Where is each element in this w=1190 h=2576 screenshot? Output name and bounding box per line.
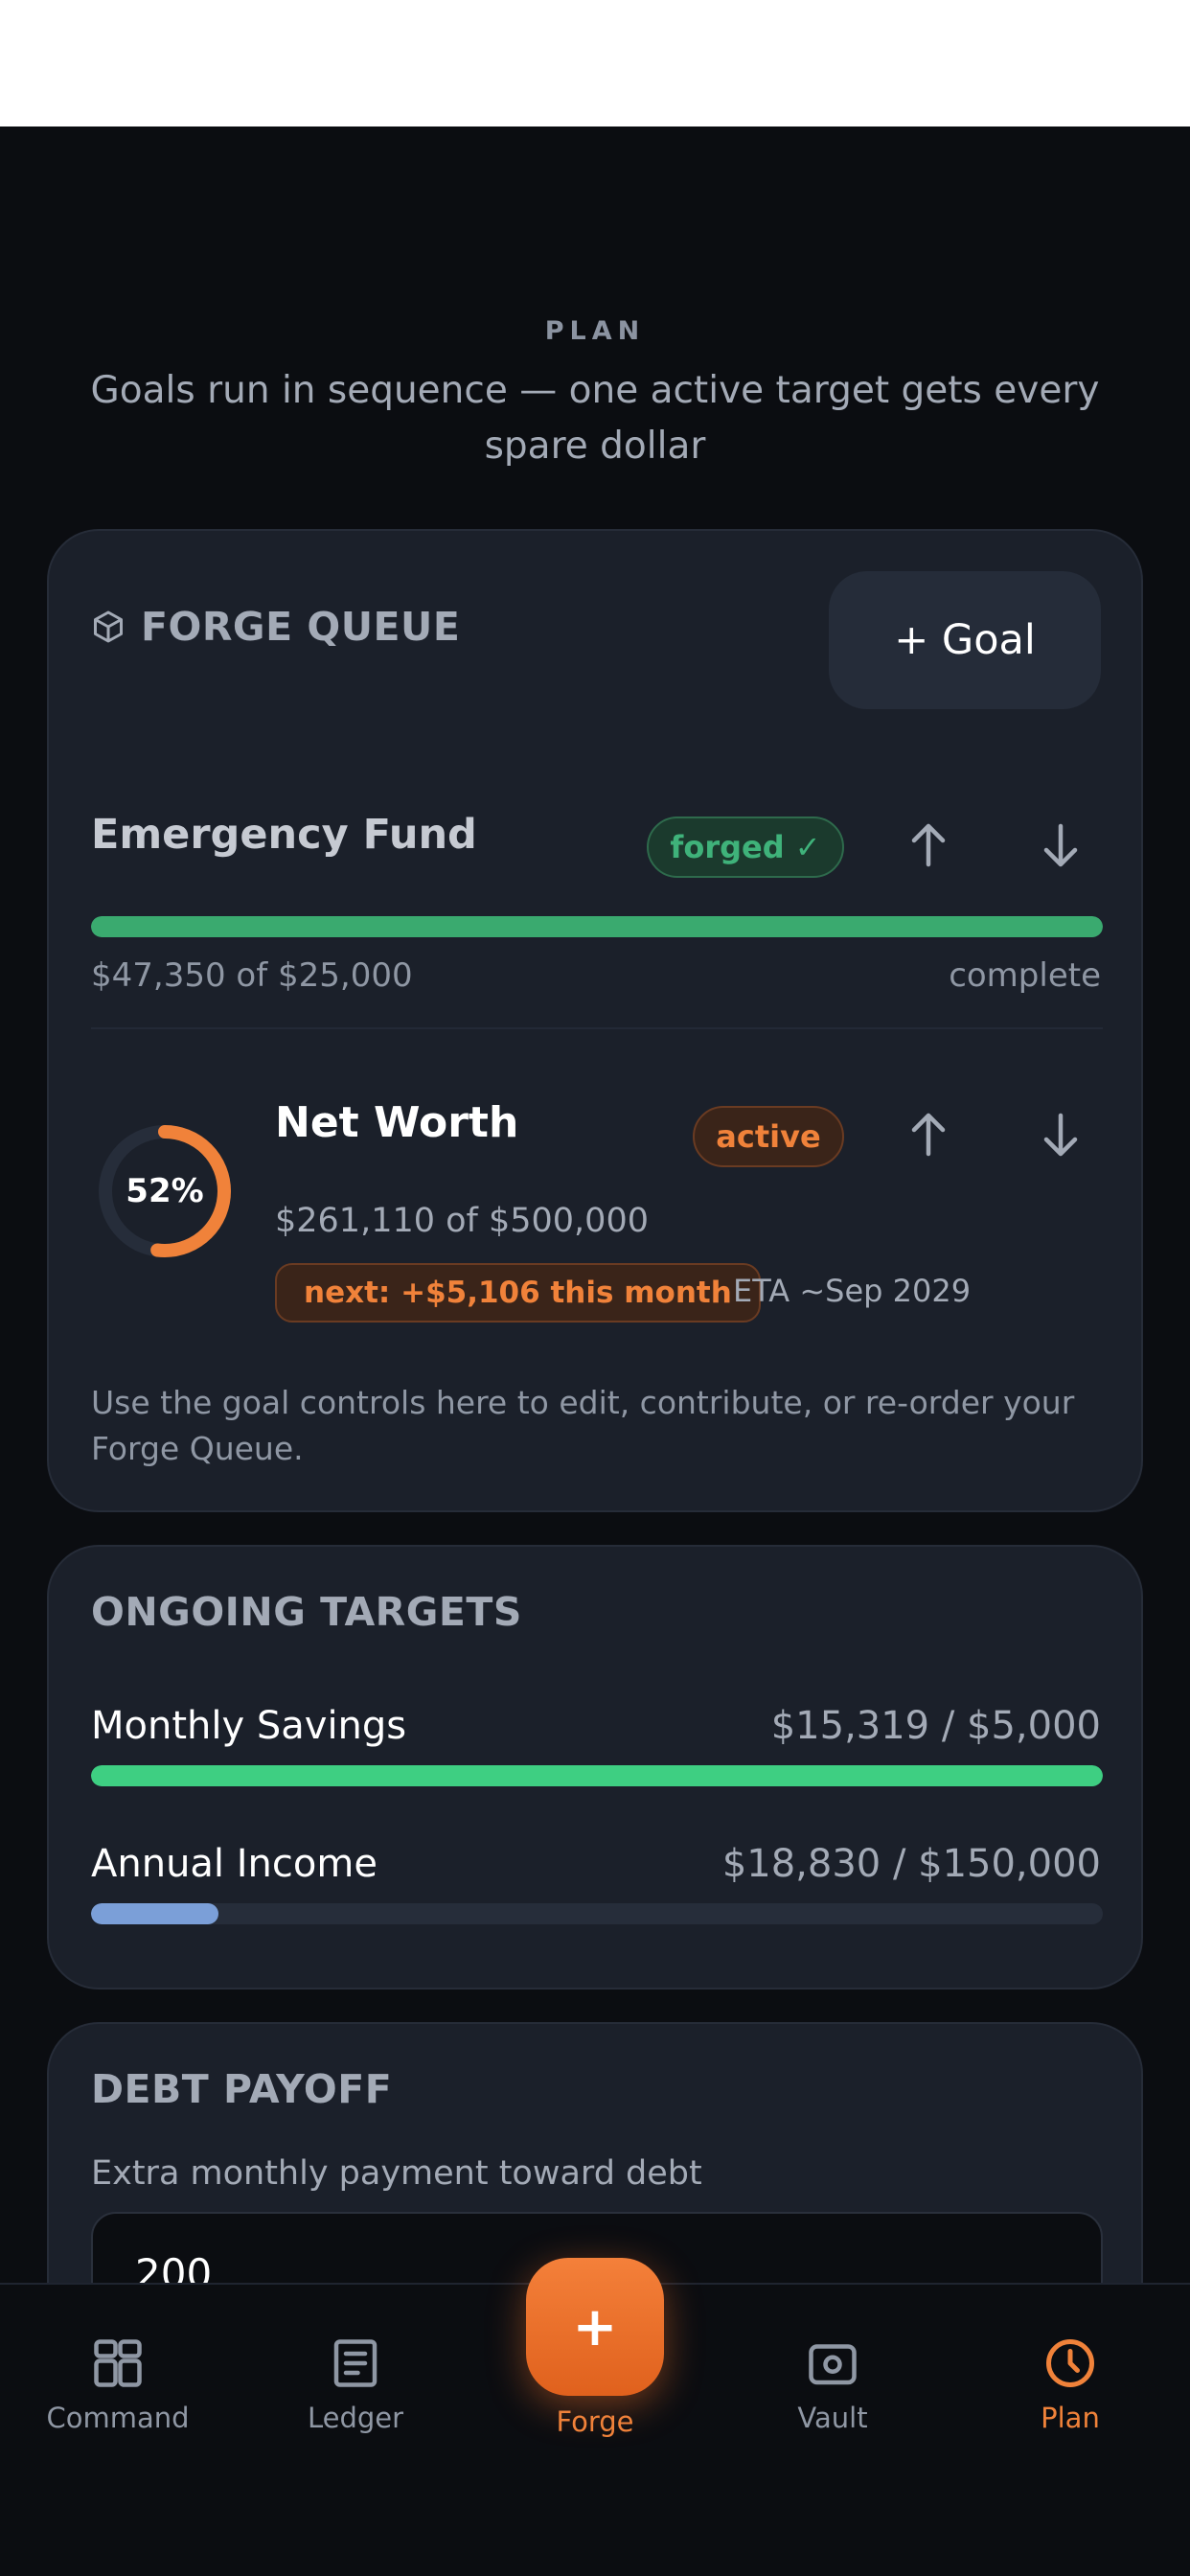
forge-queue-header: FORGE QUEUE xyxy=(91,604,460,650)
emergency-fund-progress-bar xyxy=(91,916,1103,937)
plus-icon: + xyxy=(572,2295,618,2358)
monthly-savings-progress-fill xyxy=(91,1765,1103,1786)
vault-icon xyxy=(809,2344,857,2385)
emergency-fund-status: complete xyxy=(949,956,1101,995)
goal-name-net-worth: Net Worth xyxy=(275,1098,519,1147)
status-badge-forged: forged ✓ xyxy=(647,816,844,878)
nav-label-vault: Vault xyxy=(797,2402,868,2434)
forge-queue-hint: Use the goal controls here to edit, cont… xyxy=(91,1384,1075,1467)
page-eyebrow: PLAN xyxy=(544,316,646,346)
next-contribution-pill: next: +$5,106 this month xyxy=(275,1263,761,1322)
nav-label-plan: Plan xyxy=(1041,2402,1100,2434)
arrow-up-icon[interactable] xyxy=(900,1106,957,1163)
nav-label-command: Command xyxy=(46,2402,190,2434)
target-label-monthly-savings: Monthly Savings xyxy=(91,1704,407,1748)
nav-item-vault[interactable]: Vault xyxy=(727,2334,938,2434)
forge-queue-title: FORGE QUEUE xyxy=(141,604,461,650)
annual-income-progress-bar xyxy=(91,1903,1103,1924)
target-value-annual-income: $18,830 / $150,000 xyxy=(721,1842,1101,1886)
forge-queue-card: FORGE QUEUE + Goal Emergency Fund forged… xyxy=(47,529,1143,1512)
emergency-fund-progress-fill xyxy=(91,916,1103,937)
target-label-annual-income: Annual Income xyxy=(91,1842,378,1886)
annual-income-progress-fill xyxy=(91,1903,218,1924)
document-icon xyxy=(333,2339,378,2387)
net-worth-amount: $261,110 of $500,000 xyxy=(275,1202,649,1240)
page-subtitle: Goals run in sequence — one active targe… xyxy=(90,369,1100,468)
nav-item-command[interactable]: Command xyxy=(12,2334,223,2434)
forge-fab-button[interactable]: + xyxy=(526,2258,664,2396)
grid-icon xyxy=(94,2339,142,2387)
nav-label-forge[interactable]: Forge xyxy=(499,2405,691,2438)
clock-icon xyxy=(1046,2339,1094,2387)
goal-divider xyxy=(91,1027,1103,1029)
goal-name-emergency-fund: Emergency Fund xyxy=(91,811,477,859)
page-header: PLAN Goals run in sequence — one active … xyxy=(0,316,1190,474)
arrow-down-icon[interactable] xyxy=(1032,816,1089,874)
debt-payment-label: Extra monthly payment toward debt xyxy=(91,2154,702,2193)
arrow-down-icon[interactable] xyxy=(1032,1106,1089,1163)
arrow-up-icon[interactable] xyxy=(900,816,957,874)
emergency-fund-amount: $47,350 of $25,000 xyxy=(91,956,413,995)
add-goal-button[interactable]: + Goal xyxy=(829,571,1101,709)
status-badge-active: active xyxy=(693,1106,844,1167)
nav-item-ledger[interactable]: Ledger xyxy=(250,2334,461,2434)
ongoing-targets-title: ONGOING TARGETS xyxy=(91,1589,522,1635)
monthly-savings-progress-bar xyxy=(91,1765,1103,1786)
nav-label-ledger: Ledger xyxy=(307,2402,404,2434)
target-value-monthly-savings: $15,319 / $5,000 xyxy=(770,1704,1101,1748)
bottom-navigation: Command Ledger + Forge Vault Plan xyxy=(0,2258,1190,2576)
debt-payoff-title: DEBT PAYOFF xyxy=(91,2066,393,2112)
net-worth-percent: 52% xyxy=(126,1172,204,1210)
ongoing-targets-card: ONGOING TARGETS Monthly Savings $15,319 … xyxy=(47,1545,1143,1990)
net-worth-eta: ETA ~Sep 2029 xyxy=(733,1273,972,1309)
nav-item-plan[interactable]: Plan xyxy=(965,2334,1176,2434)
status-bar-area xyxy=(0,0,1190,126)
cube-icon xyxy=(94,610,123,643)
